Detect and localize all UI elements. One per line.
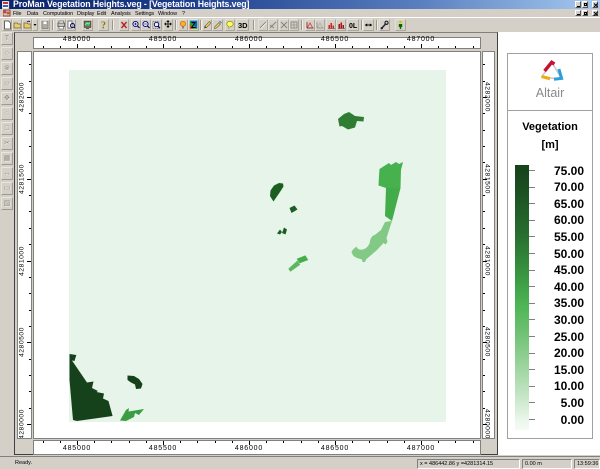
svg-text:?: ? <box>101 21 106 31</box>
svg-text:0L: 0L <box>349 23 358 30</box>
svg-text:Z: Z <box>191 21 196 30</box>
svg-text:3D: 3D <box>238 21 248 30</box>
